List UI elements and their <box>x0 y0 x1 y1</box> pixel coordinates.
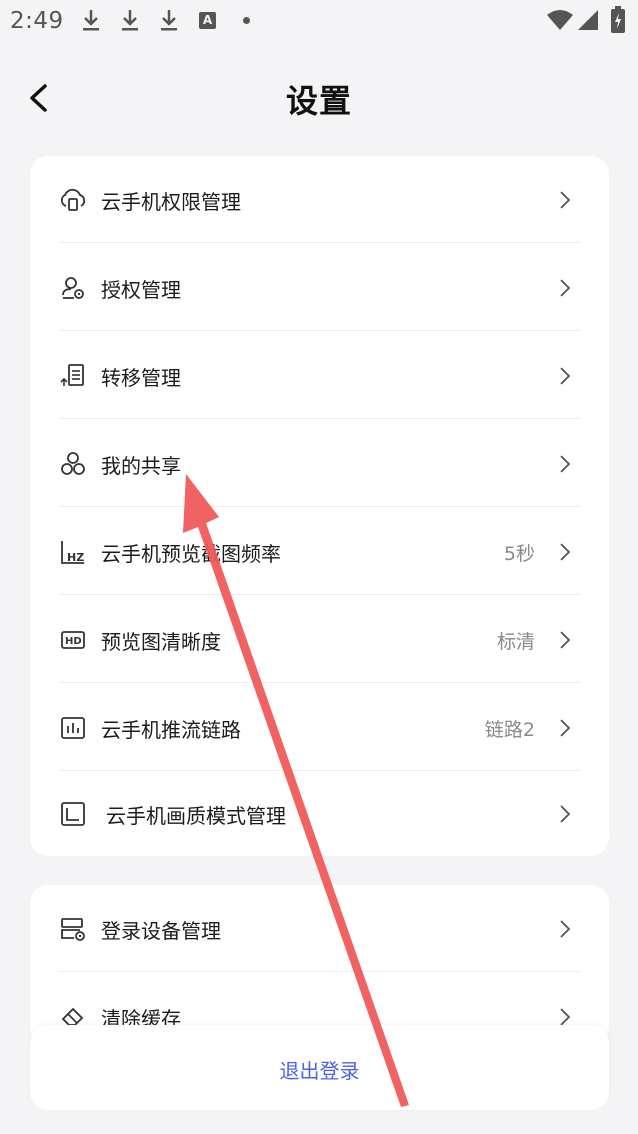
row-value: 标清 <box>496 631 535 653</box>
logout-card: 退出登录 <box>30 1025 609 1110</box>
row-login-devices[interactable]: 登录设备管理 <box>30 885 609 973</box>
row-value: 5秒 <box>503 543 535 565</box>
app-notification-icon: A <box>199 12 216 29</box>
row-label: 授权管理 <box>101 278 181 302</box>
quality-icon <box>61 802 85 826</box>
row-transfer[interactable]: 转移管理 <box>30 332 609 420</box>
row-label: 云手机权限管理 <box>101 190 241 214</box>
more-notifications-dot <box>243 17 250 24</box>
divider <box>59 242 580 243</box>
battery-charging-icon <box>611 6 625 33</box>
row-label: 预览图清晰度 <box>101 630 221 654</box>
chevron-right-icon <box>560 920 571 938</box>
row-label: 云手机预览截图频率 <box>101 542 281 566</box>
status-bar: 2:49 A <box>0 0 638 44</box>
row-label: 登录设备管理 <box>101 919 221 943</box>
settings-group-1: 云手机权限管理 授权管理 转移管理 我的共享 HZ 云手机预览截图频率 5秒 H… <box>30 156 609 856</box>
header: 设置 <box>0 60 638 136</box>
chevron-right-icon <box>560 1008 571 1026</box>
divider <box>59 682 580 683</box>
chevron-right-icon <box>560 455 571 473</box>
chevron-right-icon <box>560 631 571 649</box>
chevron-right-icon <box>560 719 571 737</box>
row-label: 我的共享 <box>101 454 181 478</box>
row-label: 云手机推流链路 <box>101 718 241 742</box>
transfer-icon <box>60 364 84 386</box>
chevron-right-icon <box>560 279 571 297</box>
row-label: 转移管理 <box>101 366 181 390</box>
svg-text:HD: HD <box>65 636 82 647</box>
row-authorization[interactable]: 授权管理 <box>30 244 609 332</box>
hd-icon: HD <box>61 631 85 649</box>
download-icon <box>83 10 99 31</box>
download-icon <box>161 10 177 31</box>
row-cloud-phone-permission[interactable]: 云手机权限管理 <box>30 156 609 244</box>
settings-group-2: 登录设备管理 清除缓存 <box>30 885 609 1045</box>
divider <box>59 506 580 507</box>
row-value: 链路2 <box>484 719 535 741</box>
chevron-right-icon <box>560 543 571 561</box>
status-time: 2:49 <box>10 8 64 34</box>
row-preview-clarity[interactable]: HD 预览图清晰度 标清 <box>30 596 609 684</box>
row-quality-mode[interactable]: 云手机画质模式管理 <box>30 770 609 858</box>
logout-button[interactable]: 退出登录 <box>30 1055 609 1084</box>
device-icon <box>61 918 85 941</box>
signal-icon <box>578 10 598 30</box>
user-authorize-icon <box>62 277 84 299</box>
chevron-right-icon <box>560 805 571 823</box>
chart-icon <box>61 717 85 739</box>
row-screenshot-frequency[interactable]: HZ 云手机预览截图频率 5秒 <box>30 508 609 596</box>
divider <box>59 594 580 595</box>
divider <box>59 418 580 419</box>
divider <box>59 971 580 972</box>
chevron-right-icon <box>560 367 571 385</box>
page-title: 设置 <box>285 82 352 120</box>
cloud-phone-icon <box>60 188 86 211</box>
row-label: 云手机画质模式管理 <box>106 804 286 828</box>
row-stream-link[interactable]: 云手机推流链路 链路2 <box>30 684 609 772</box>
divider <box>59 330 580 331</box>
chevron-right-icon <box>560 191 571 209</box>
download-icon <box>122 10 138 31</box>
row-my-share[interactable]: 我的共享 <box>30 420 609 508</box>
share-icon <box>61 452 85 475</box>
wifi-icon <box>547 10 573 30</box>
hz-icon: HZ <box>61 541 84 564</box>
svg-text:HZ: HZ <box>67 551 84 564</box>
